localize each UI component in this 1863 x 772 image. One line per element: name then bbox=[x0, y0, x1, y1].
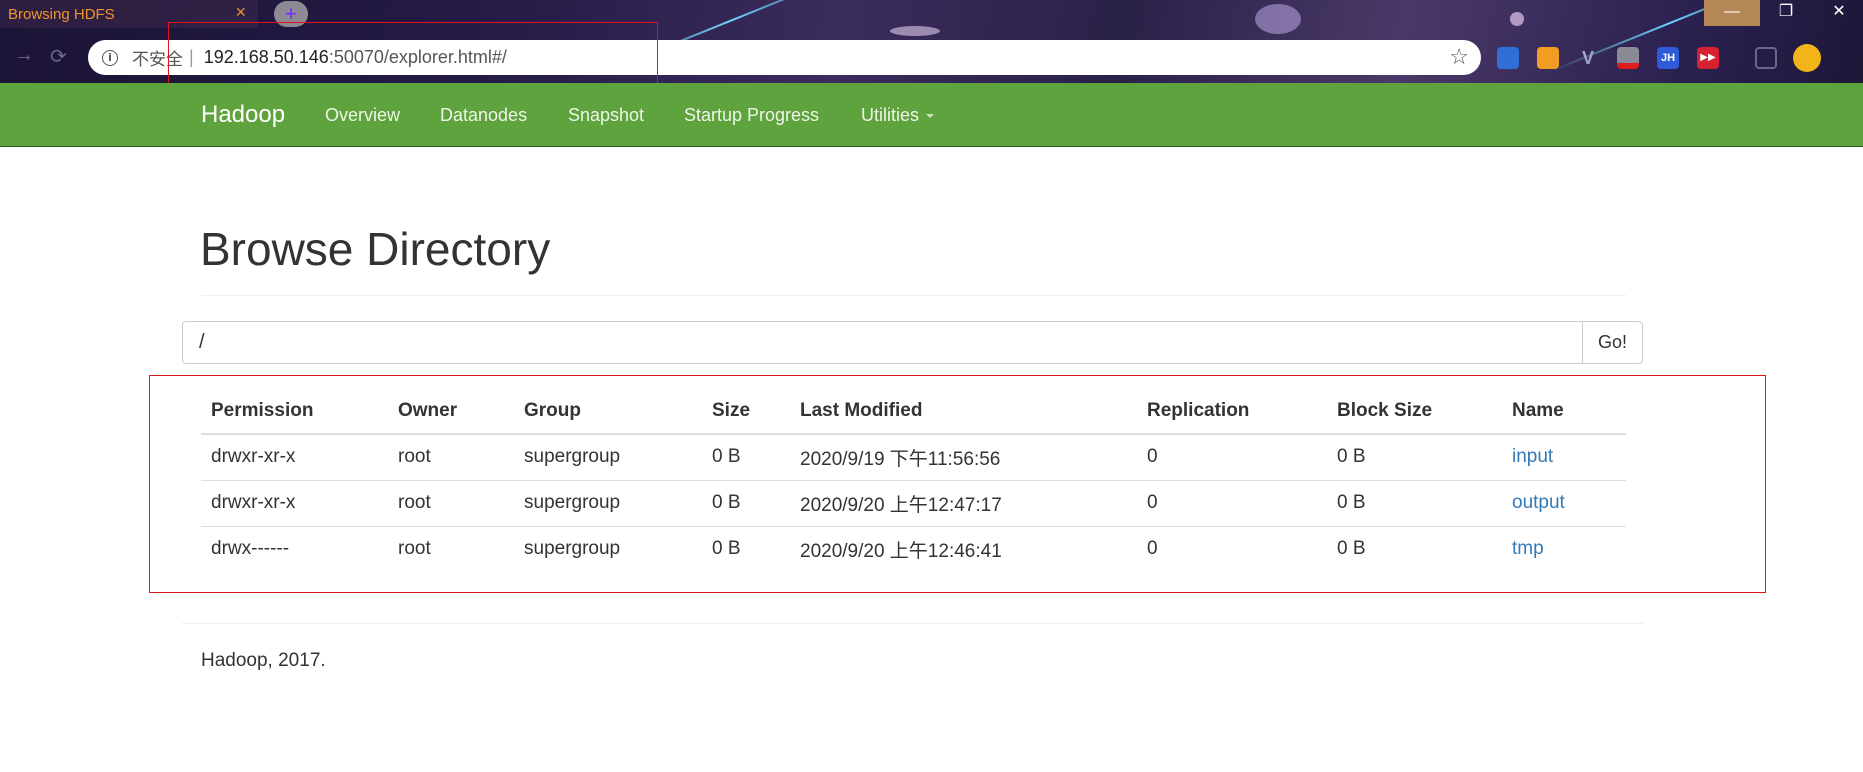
cell-owner: root bbox=[388, 480, 514, 527]
table-header-row: Permission Owner Group Size Last Modifie… bbox=[201, 388, 1626, 435]
window-minimize-button[interactable]: — bbox=[1704, 0, 1760, 26]
cell-block-size: 0 B bbox=[1327, 480, 1502, 527]
url-annotation-box bbox=[168, 22, 658, 83]
cell-replication: 0 bbox=[1147, 538, 1158, 560]
cell-owner: root bbox=[388, 434, 514, 481]
cell-replication: 0 bbox=[1137, 434, 1327, 481]
column-header-last-modified: Last Modified bbox=[790, 388, 1137, 435]
tab-close-icon[interactable]: × bbox=[235, 2, 246, 23]
cell-name: tmp bbox=[1502, 526, 1626, 572]
site-info-icon[interactable]: i bbox=[102, 49, 118, 66]
navbar-brand[interactable]: Hadoop bbox=[201, 101, 285, 129]
table-row: drwx------ root supergroup 0 B 2020/9/20… bbox=[201, 526, 1626, 572]
directory-path-input[interactable] bbox=[182, 321, 1583, 364]
cell-size: 0 B bbox=[702, 480, 790, 527]
window-maximize-button[interactable]: ❐ bbox=[1758, 0, 1814, 26]
entry-link-input[interactable]: input bbox=[1512, 446, 1553, 467]
cell-permission: drwxr-xr-x bbox=[201, 480, 388, 527]
cell-size: 0 B bbox=[712, 538, 741, 560]
entry-link-output[interactable]: output bbox=[1512, 492, 1565, 513]
bookmark-star-icon[interactable]: ☆ bbox=[1449, 44, 1469, 70]
background-decoration bbox=[1510, 12, 1524, 26]
table-row: drwxr-xr-x root supergroup 0 B 2020/9/19… bbox=[201, 434, 1626, 481]
reading-list-icon[interactable] bbox=[1755, 47, 1777, 69]
column-header-group: Group bbox=[514, 388, 702, 435]
cell-group: supergroup bbox=[514, 434, 702, 481]
go-button[interactable]: Go! bbox=[1582, 321, 1643, 364]
cell-last-modified: 2020/9/20 上午12:47:17 bbox=[790, 480, 1137, 527]
column-header-block-size: Block Size bbox=[1327, 388, 1502, 435]
entry-link-tmp[interactable]: tmp bbox=[1512, 538, 1544, 559]
orange-ext-icon[interactable] bbox=[1537, 47, 1559, 69]
background-decoration bbox=[890, 26, 940, 36]
forward-arrow-icon[interactable]: → bbox=[14, 44, 34, 67]
nav-datanodes[interactable]: Datanodes bbox=[440, 105, 527, 126]
table-row: drwxr-xr-x root supergroup 0 B 2020/9/20… bbox=[201, 480, 1626, 527]
caret-down-icon bbox=[926, 114, 935, 119]
screenshot-ext-icon[interactable] bbox=[1617, 47, 1639, 69]
nav-utilities-dropdown[interactable]: Utilities bbox=[861, 105, 935, 126]
profile-avatar-icon[interactable] bbox=[1793, 44, 1821, 72]
nav-startup-progress[interactable]: Startup Progress bbox=[684, 105, 819, 126]
window-close-button[interactable]: ✕ bbox=[1815, 0, 1863, 26]
column-header-name: Name bbox=[1502, 388, 1626, 435]
footer-divider bbox=[182, 623, 1643, 624]
hadoop-navbar: Hadoop Overview Datanodes Snapshot Start… bbox=[0, 83, 1863, 147]
column-header-replication: Replication bbox=[1137, 388, 1327, 435]
vue-devtools-icon[interactable]: V bbox=[1577, 47, 1599, 69]
cell-group: supergroup bbox=[514, 480, 702, 527]
cell-name: input bbox=[1502, 434, 1626, 481]
title-divider bbox=[201, 295, 1626, 296]
column-header-size: Size bbox=[702, 388, 790, 435]
cell-owner: root bbox=[398, 538, 431, 560]
nav-overview[interactable]: Overview bbox=[325, 105, 400, 126]
cell-permission: drwx------ bbox=[211, 538, 290, 560]
tab-title: Browsing HDFS bbox=[8, 5, 115, 23]
footer-text: Hadoop, 2017. bbox=[201, 650, 326, 671]
page-title: Browse Directory bbox=[200, 223, 551, 275]
cell-last-modified: 2020/9/19 下午11:56:56 bbox=[790, 434, 1137, 481]
media-ext-icon[interactable]: ▶▶ bbox=[1697, 47, 1719, 69]
background-decoration bbox=[1255, 4, 1301, 34]
cell-group: supergroup bbox=[524, 538, 621, 560]
browser-chrome: Browsing HDFS × + — ❐ ✕ → ⟳ i 不安全 | 192.… bbox=[0, 0, 1863, 83]
nav-snapshot[interactable]: Snapshot bbox=[568, 105, 644, 126]
jh-ext-icon[interactable]: JH bbox=[1657, 47, 1679, 69]
directory-listing-table: Permission Owner Group Size Last Modifie… bbox=[201, 388, 1626, 572]
cell-block-size: 0 B bbox=[1337, 538, 1366, 560]
bookmark-ext-icon[interactable] bbox=[1497, 47, 1519, 69]
cell-replication: 0 bbox=[1137, 480, 1327, 527]
cell-block-size: 0 B bbox=[1327, 434, 1502, 481]
reload-icon[interactable]: ⟳ bbox=[50, 44, 67, 69]
cell-name: output bbox=[1502, 480, 1626, 527]
cell-size: 0 B bbox=[702, 434, 790, 481]
cell-permission: drwxr-xr-x bbox=[201, 434, 388, 481]
column-header-owner: Owner bbox=[388, 388, 514, 435]
column-header-permission: Permission bbox=[201, 388, 388, 435]
nav-utilities-label: Utilities bbox=[861, 105, 920, 125]
cell-last-modified: 2020/9/20 上午12:46:41 bbox=[800, 540, 1002, 562]
